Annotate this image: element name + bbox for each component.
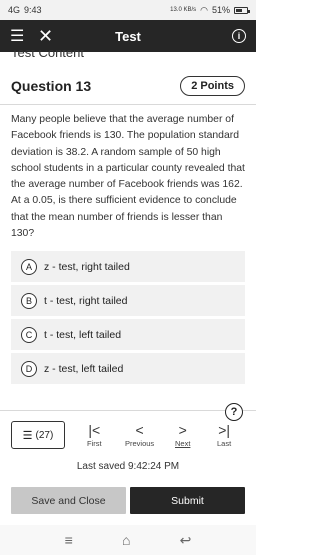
answer-letter: D: [21, 360, 37, 377]
answer-letter: B: [21, 292, 37, 309]
question-text: Many people believe that the average num…: [11, 114, 245, 240]
network-speed: 13.0 KB/s: [170, 7, 197, 13]
info-icon[interactable]: i: [232, 29, 246, 43]
divider: [0, 104, 256, 105]
clock: 9:43: [24, 5, 42, 15]
first-button[interactable]: |< First: [87, 423, 102, 448]
previous-label: Previous: [125, 438, 155, 448]
answer-option-a[interactable]: A z - test, right tailed: [11, 251, 245, 282]
last-icon: >|: [218, 421, 230, 438]
points-badge: 2 Points: [180, 76, 245, 96]
status-bar: 4G 9:43 13.0 KB/s ◠ 51%: [0, 0, 256, 20]
first-icon: |<: [88, 421, 101, 438]
answer-option-b[interactable]: B t - test, right tailed: [11, 285, 245, 316]
divider: [0, 410, 256, 411]
hamburger-menu-icon[interactable]: ☰: [10, 26, 28, 46]
answer-text: z - test, left tailed: [44, 362, 124, 375]
next-label: Next: [175, 438, 191, 448]
help-icon[interactable]: ?: [225, 403, 243, 421]
footer-actions: Save and Close Submit: [11, 487, 245, 514]
chevron-right-icon: >: [178, 421, 187, 438]
app-bar: ☰ ✕ Test i: [0, 20, 256, 52]
last-label: Last: [217, 438, 232, 448]
battery-icon: [234, 6, 250, 14]
question-title: Question 13: [11, 78, 92, 94]
list-icon: ☰: [22, 429, 33, 442]
answer-letter: C: [21, 326, 37, 343]
answer-text: t - test, right tailed: [44, 294, 128, 307]
system-navigation-bar: ≡ ⌂ ↩: [0, 525, 256, 555]
last-button[interactable]: >| Last: [217, 423, 231, 448]
save-and-close-button[interactable]: Save and Close: [11, 487, 126, 514]
answer-letter: A: [21, 258, 37, 275]
answer-option-d[interactable]: D z - test, left tailed: [11, 353, 245, 384]
next-button[interactable]: > Next: [175, 423, 190, 448]
previous-button[interactable]: < Previous: [125, 423, 154, 448]
question-navigation: ☰ (27) |< First < Previous > Next >| Las…: [11, 420, 245, 450]
wifi-icon: ◠: [200, 4, 208, 15]
close-icon[interactable]: ✕: [38, 26, 56, 47]
home-icon[interactable]: ⌂: [122, 532, 130, 548]
answer-list: A z - test, right tailed B t - test, rig…: [11, 251, 245, 387]
network-indicator: 4G: [8, 5, 21, 15]
first-label: First: [87, 438, 102, 448]
recent-apps-icon[interactable]: ≡: [65, 532, 73, 548]
submit-button[interactable]: Submit: [130, 487, 245, 514]
answer-text: z - test, right tailed: [44, 260, 130, 273]
question-list-button[interactable]: ☰ (27): [11, 421, 65, 449]
last-saved-status: Last saved 9:42:24 PM: [76, 461, 180, 472]
battery-percent: 51%: [211, 5, 230, 15]
back-icon[interactable]: ↩: [180, 532, 192, 549]
question-count: (27): [35, 429, 54, 441]
question-header: Question 13 2 Points: [11, 74, 245, 98]
answer-option-c[interactable]: C t - test, left tailed: [11, 319, 245, 350]
section-title: Test Content: [11, 50, 84, 60]
answer-text: t - test, left tailed: [44, 328, 122, 341]
chevron-left-icon: <: [135, 421, 144, 438]
